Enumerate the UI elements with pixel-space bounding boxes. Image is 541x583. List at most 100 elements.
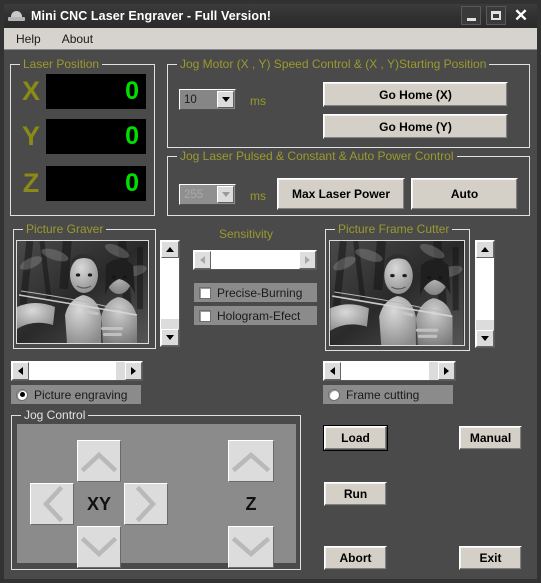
max-laser-power-button[interactable]: Max Laser Power [277, 178, 405, 210]
picture-engraving-radio[interactable]: Picture engraving [11, 385, 141, 404]
scroll-down-button[interactable] [476, 330, 494, 347]
scroll-thumb[interactable] [161, 318, 179, 329]
arrow-right-icon [135, 486, 157, 522]
arrow-up-icon [232, 452, 270, 472]
menu-bar: Help About [4, 28, 537, 50]
axis-value-x: 0 [125, 77, 139, 105]
sensitivity-increase-button[interactable] [299, 251, 316, 269]
exit-button[interactable]: Exit [459, 546, 522, 570]
arrow-left-icon [42, 486, 63, 522]
jog-speed-combo[interactable]: 10 [179, 89, 236, 110]
axis-row-y: Y 0 [16, 119, 146, 154]
frame-cutting-radio[interactable]: Frame cutting [323, 385, 453, 404]
manual-button[interactable]: Manual [459, 426, 522, 450]
arrow-up-icon [481, 247, 489, 252]
scroll-up-button[interactable] [161, 241, 179, 258]
menu-item-about[interactable]: About [53, 30, 102, 48]
jog-z-up-button[interactable] [228, 440, 274, 482]
scroll-track[interactable] [341, 362, 428, 380]
laser-power-combo[interactable]: 255 [179, 184, 236, 205]
scroll-track[interactable] [476, 258, 494, 319]
maximize-button[interactable] [486, 6, 506, 25]
abort-button[interactable]: Abort [324, 546, 387, 570]
scroll-track[interactable] [161, 258, 179, 318]
sensitivity-track[interactable] [211, 251, 299, 269]
precise-burning-label: Precise-Burning [217, 285, 303, 300]
window-controls: ✕ [461, 6, 531, 25]
scroll-up-button[interactable] [476, 241, 494, 258]
jog-control-legend: Jog Control [21, 408, 89, 422]
chevron-down-icon[interactable] [217, 186, 234, 203]
arrow-left-icon [330, 367, 335, 375]
picture-engraving-label: Picture engraving [34, 387, 128, 402]
arrow-down-icon [166, 335, 174, 340]
radio-unselected-icon [328, 388, 340, 401]
hologram-effect-label: Hologram-Efect [217, 308, 301, 323]
jog-xy-down-button[interactable] [77, 526, 121, 568]
laser-power-unit: ms [250, 189, 266, 203]
sensitivity-decrease-button[interactable] [194, 251, 211, 269]
jog-xy-right-button[interactable] [124, 483, 168, 525]
axis-label-y: Y [21, 121, 40, 151]
picture-frame-cutter-vertical-scrollbar[interactable] [475, 240, 495, 348]
jog-xy-up-button[interactable] [77, 440, 121, 482]
hologram-effect-checkbox[interactable]: Hologram-Efect [194, 306, 317, 325]
picture-graver-image[interactable] [16, 240, 149, 344]
axis-display-x: 0 [46, 74, 146, 109]
jog-motor-legend: Jog Motor (X , Y) Speed Control & (X , Y… [177, 57, 490, 71]
axis-label-z: Z [22, 168, 40, 198]
picture-frame-cutter-legend: Picture Frame Cutter [335, 222, 453, 236]
jog-speed-value: 10 [184, 93, 197, 106]
scroll-down-button[interactable] [161, 329, 179, 346]
arrow-up-icon [81, 451, 117, 472]
minimize-button[interactable] [461, 6, 481, 25]
arrow-down-icon [81, 536, 117, 558]
precise-burning-checkbox[interactable]: Precise-Burning [194, 283, 317, 302]
scroll-track[interactable] [29, 362, 115, 380]
jog-laser-legend: Jog Laser Pulsed & Constant & Auto Power… [177, 149, 457, 163]
cnc-machine-icon [8, 8, 26, 24]
arrow-right-icon [305, 256, 310, 264]
jog-xy-label: XY [86, 493, 111, 514]
load-button[interactable]: Load [323, 425, 388, 451]
scroll-left-button[interactable] [12, 362, 29, 380]
scroll-thumb[interactable] [115, 362, 125, 380]
radio-selected-icon [16, 388, 28, 401]
auto-button[interactable]: Auto [411, 178, 518, 210]
run-button[interactable]: Run [324, 482, 387, 506]
scroll-thumb[interactable] [428, 362, 438, 380]
axis-display-z: 0 [46, 166, 146, 201]
jog-z-down-button[interactable] [228, 526, 274, 568]
chevron-down-icon[interactable] [217, 91, 234, 108]
picture-frame-cutter-image[interactable] [329, 240, 465, 346]
application-window: Mini CNC Laser Engraver - Full Version! … [0, 0, 541, 583]
scroll-thumb[interactable] [476, 319, 494, 330]
axis-row-x: X 0 [16, 74, 146, 109]
scroll-left-button[interactable] [324, 362, 341, 380]
title-bar: Mini CNC Laser Engraver - Full Version! … [4, 4, 537, 28]
menu-item-help[interactable]: Help [7, 30, 50, 48]
picture-graver-legend: Picture Graver [23, 222, 107, 236]
close-button[interactable]: ✕ [511, 6, 531, 25]
sensitivity-title: Sensitivity [219, 227, 274, 241]
arrow-down-icon [481, 336, 489, 341]
jog-xy-left-button[interactable] [30, 483, 74, 525]
axis-label-x: X [21, 76, 40, 106]
axis-value-z: 0 [125, 169, 139, 197]
arrow-left-icon [18, 367, 23, 375]
picture-frame-cutter-horizontal-scrollbar[interactable] [323, 361, 456, 381]
go-home-x-button[interactable]: Go Home (X) [323, 82, 508, 107]
scroll-right-button[interactable] [125, 362, 142, 380]
axis-value-y: 0 [125, 122, 139, 150]
laser-position-legend: Laser Position [20, 57, 103, 71]
checkbox-unchecked-icon [199, 309, 211, 322]
picture-graver-vertical-scrollbar[interactable] [160, 240, 180, 347]
picture-graver-horizontal-scrollbar[interactable] [11, 361, 143, 381]
scroll-right-button[interactable] [438, 362, 455, 380]
go-home-y-button[interactable]: Go Home (Y) [323, 114, 508, 139]
arrow-right-icon [444, 367, 449, 375]
window-title: Mini CNC Laser Engraver - Full Version! [31, 9, 272, 23]
arrow-right-icon [131, 367, 136, 375]
frame-cutting-label: Frame cutting [346, 387, 420, 402]
sensitivity-slider[interactable] [193, 250, 317, 270]
